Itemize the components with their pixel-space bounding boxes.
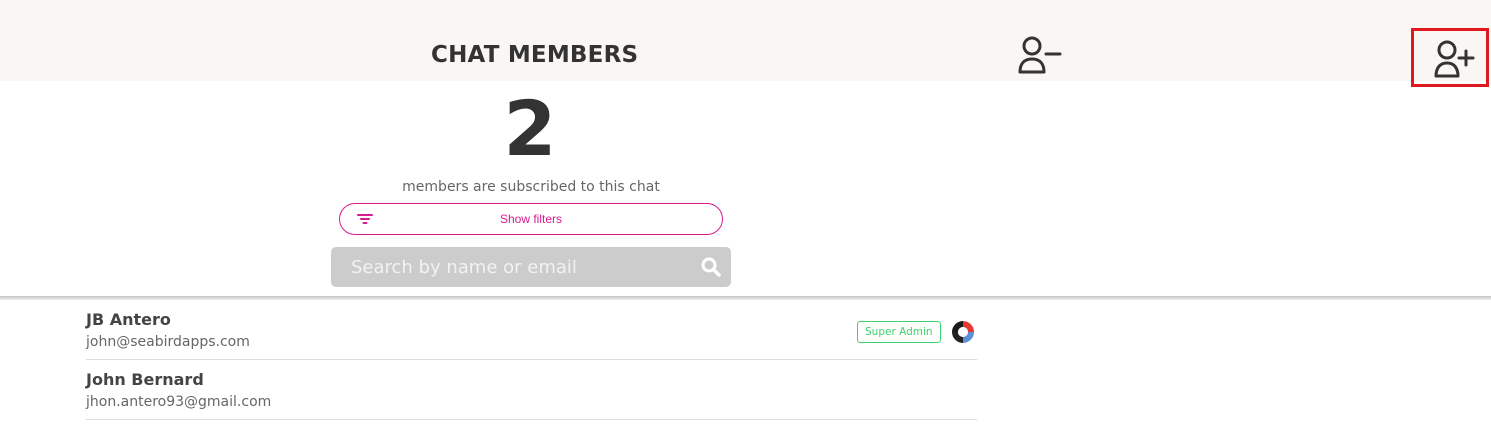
search-input[interactable]	[331, 247, 731, 287]
avatar-icon[interactable]	[951, 320, 975, 344]
page-title: CHAT MEMBERS	[431, 42, 639, 68]
remove-member-icon	[1014, 36, 1066, 83]
member-row[interactable]: JB Antero john@seabirdapps.com Super Adm…	[86, 300, 977, 360]
member-email: jhon.antero93@gmail.com	[86, 394, 272, 410]
member-count: 2	[503, 84, 557, 173]
add-member-button[interactable]	[1411, 28, 1489, 87]
member-row[interactable]: John Bernard jhon.antero93@gmail.com	[86, 360, 977, 420]
member-email: john@seabirdapps.com	[86, 334, 250, 350]
remove-member-button[interactable]	[1014, 34, 1066, 80]
member-name: John Bernard	[86, 370, 204, 389]
show-filters-label: Show filters	[499, 212, 563, 226]
show-filters-button[interactable]: Show filters	[339, 203, 723, 235]
member-name: JB Antero	[86, 310, 171, 329]
search-box	[331, 247, 731, 287]
search-icon[interactable]	[701, 257, 721, 281]
member-count-caption: members are subscribed to this chat	[402, 179, 660, 195]
header-bar: CHAT MEMBERS	[0, 0, 1491, 87]
add-member-icon	[1434, 40, 1475, 78]
role-badge: Super Admin	[857, 321, 941, 343]
